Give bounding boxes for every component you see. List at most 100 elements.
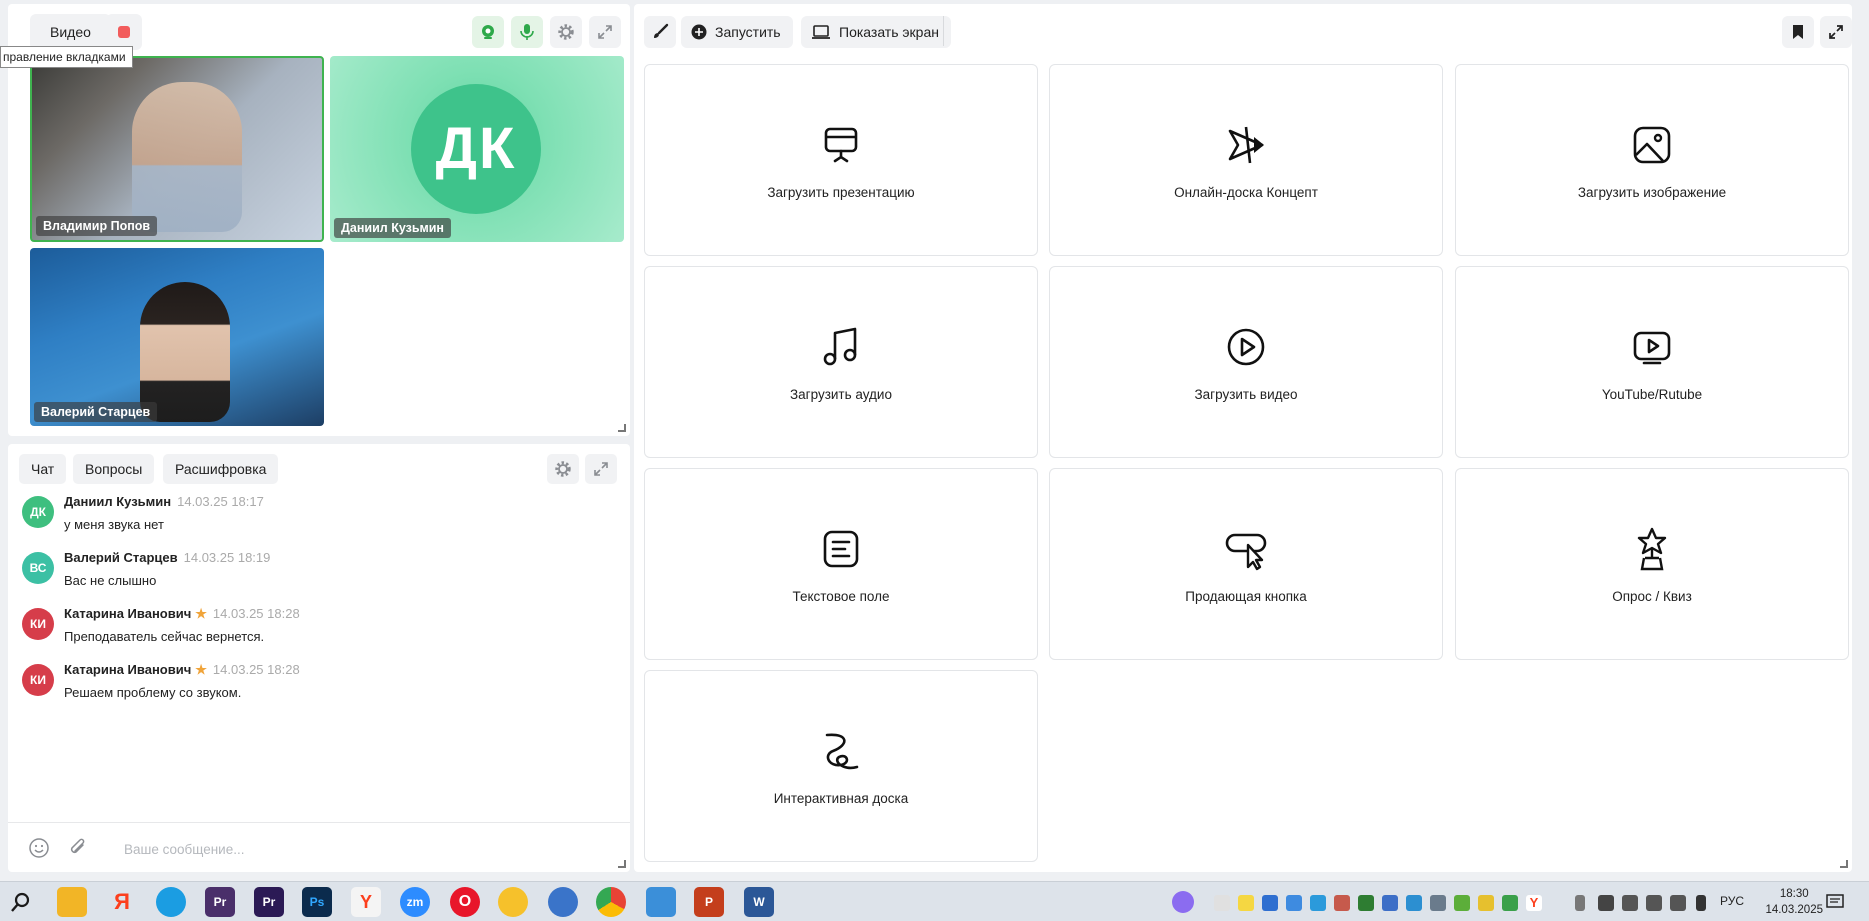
chat-input-bar <box>8 822 630 872</box>
tray-mail-icon[interactable] <box>1382 895 1398 911</box>
alice-icon[interactable] <box>1172 891 1194 913</box>
globe-icon[interactable] <box>548 887 578 917</box>
volume-icon[interactable] <box>1670 895 1686 911</box>
expand-icon <box>1829 25 1843 39</box>
tray-app-icon[interactable] <box>1214 895 1230 911</box>
card-label: Загрузить изображение <box>1577 185 1727 200</box>
photoshop-icon[interactable]: Ps <box>302 887 332 917</box>
tray-wechat-icon[interactable] <box>1502 895 1518 911</box>
tray-flower-icon[interactable] <box>1478 895 1494 911</box>
notification-icon[interactable] <box>1826 893 1844 911</box>
message-text: у меня звука нет <box>64 517 164 532</box>
video-fullscreen-button[interactable] <box>589 16 621 48</box>
tab-transcription[interactable]: Расшифровка <box>163 454 279 484</box>
tray-info-icon[interactable] <box>1262 895 1278 911</box>
usb-icon[interactable] <box>1575 895 1585 911</box>
phone-icon[interactable] <box>646 887 676 917</box>
wifi-icon[interactable] <box>1646 895 1662 911</box>
card-upload-video[interactable]: Загрузить видео <box>1049 266 1443 458</box>
powerpoint-icon[interactable]: P <box>694 887 724 917</box>
brush-button[interactable] <box>644 16 676 48</box>
content-panel: Запустить Показать экран Загрузить презе… <box>634 4 1852 872</box>
tray-green-icon[interactable] <box>1454 895 1470 911</box>
emoji-icon[interactable] <box>28 837 50 859</box>
message-author: Даниил Кузьмин 14.03.25 18:17 <box>64 494 264 509</box>
record-button[interactable] <box>106 14 142 50</box>
card-label: Загрузить аудио <box>790 387 892 402</box>
card-label: Текстовое поле <box>792 589 890 604</box>
share-screen-button[interactable]: Показать экран <box>801 16 951 48</box>
yandex-icon[interactable]: Я <box>107 887 137 917</box>
tab-questions[interactable]: Вопросы <box>73 454 155 484</box>
card-text-field[interactable]: Текстовое поле <box>644 468 1038 660</box>
card-upload-presentation[interactable]: Загрузить презентацию <box>644 64 1038 256</box>
tray-nvidia-icon[interactable] <box>1358 895 1374 911</box>
premiere-pro-icon-2[interactable]: Pr <box>254 887 284 917</box>
smiley-icon[interactable] <box>498 887 528 917</box>
card-label: Онлайн-доска Концепт <box>1174 185 1318 200</box>
search-icon <box>11 892 30 912</box>
author-name: Даниил Кузьмин <box>64 494 172 509</box>
tray-folder-icon[interactable] <box>1238 895 1254 911</box>
star-board-icon <box>1228 126 1264 164</box>
microphone-tray-icon[interactable] <box>1696 895 1706 911</box>
display-icon[interactable] <box>1622 895 1638 911</box>
message-author: Катарина Иванович ★ 14.03.25 18:28 <box>64 662 300 678</box>
chat-fullscreen-button[interactable] <box>585 454 617 484</box>
tray-sync-icon[interactable] <box>1430 895 1446 911</box>
chat-message-input[interactable] <box>124 839 544 859</box>
run-button[interactable]: Запустить <box>681 16 793 48</box>
camera-toggle-button[interactable] <box>472 16 504 48</box>
opera-icon[interactable]: O <box>450 887 480 917</box>
video-settings-button[interactable] <box>550 16 582 48</box>
video-panel: Видео Владимир Попов ДК Даниил Кузьмин В… <box>8 4 630 436</box>
edge-icon[interactable] <box>156 887 186 917</box>
expand-icon <box>594 462 608 476</box>
card-interactive-board[interactable]: Интерактивная доска <box>644 670 1038 862</box>
card-upload-audio[interactable]: Загрузить аудио <box>644 266 1038 458</box>
attach-icon[interactable] <box>67 837 89 859</box>
card-label: Загрузить презентацию <box>767 185 915 200</box>
chat-panel-resize-handle[interactable] <box>618 860 626 868</box>
chat-settings-button[interactable] <box>547 454 579 484</box>
card-selling-button[interactable]: Продающая кнопка <box>1049 468 1443 660</box>
bookmark-button[interactable] <box>1782 16 1814 48</box>
tray-app2-icon[interactable] <box>1334 895 1350 911</box>
chrome-icon[interactable] <box>596 887 626 917</box>
message-author: Валерий Старцев 14.03.25 18:19 <box>64 550 270 565</box>
yandex-browser-icon[interactable]: Y <box>351 887 381 917</box>
zoom-icon[interactable]: zm <box>400 887 430 917</box>
video-tile-valeriy[interactable]: Валерий Старцев <box>30 248 324 426</box>
laptop-icon <box>812 25 830 39</box>
card-label: Загрузить видео <box>1194 387 1298 402</box>
message-time: 14.03.25 18:28 <box>212 606 300 621</box>
video-tab-button[interactable]: Видео <box>30 14 111 50</box>
message-text: Преподаватель сейчас вернется. <box>64 629 265 644</box>
word-icon[interactable]: W <box>744 887 774 917</box>
system-clock[interactable]: 18:30 14.03.2025 <box>1765 886 1823 918</box>
avatar: КИ <box>22 608 54 640</box>
drawing-icon <box>825 733 859 770</box>
microphone-toggle-button[interactable] <box>511 16 543 48</box>
card-youtube-rutube[interactable]: YouTube/Rutube <box>1455 266 1849 458</box>
card-upload-image[interactable]: Загрузить изображение <box>1455 64 1849 256</box>
premiere-pro-icon[interactable]: Pr <box>205 887 235 917</box>
card-online-board[interactable]: Онлайн-доска Концепт <box>1049 64 1443 256</box>
card-poll-quiz[interactable]: Опрос / Квиз <box>1455 468 1849 660</box>
video-tile-daniil[interactable]: ДК Даниил Кузьмин <box>330 56 624 242</box>
tray-capture-icon[interactable] <box>1310 895 1326 911</box>
content-panel-resize-handle[interactable] <box>1840 860 1848 868</box>
card-label: Интерактивная доска <box>773 791 909 806</box>
tray-network-icon[interactable] <box>1286 895 1302 911</box>
video-panel-resize-handle[interactable] <box>618 424 626 432</box>
shield-icon[interactable] <box>1598 895 1614 911</box>
tray-yandex-icon[interactable]: Y <box>1526 895 1542 911</box>
tray-window-icon[interactable] <box>1406 895 1422 911</box>
input-language[interactable]: РУС <box>1720 894 1744 908</box>
file-explorer-icon[interactable] <box>57 887 87 917</box>
camera-icon <box>482 25 494 39</box>
video-tile-vladimir[interactable]: Владимир Попов <box>30 56 324 242</box>
start-search-button[interactable] <box>6 887 36 917</box>
content-fullscreen-button[interactable] <box>1820 16 1852 48</box>
tab-chat[interactable]: Чат <box>19 454 67 484</box>
